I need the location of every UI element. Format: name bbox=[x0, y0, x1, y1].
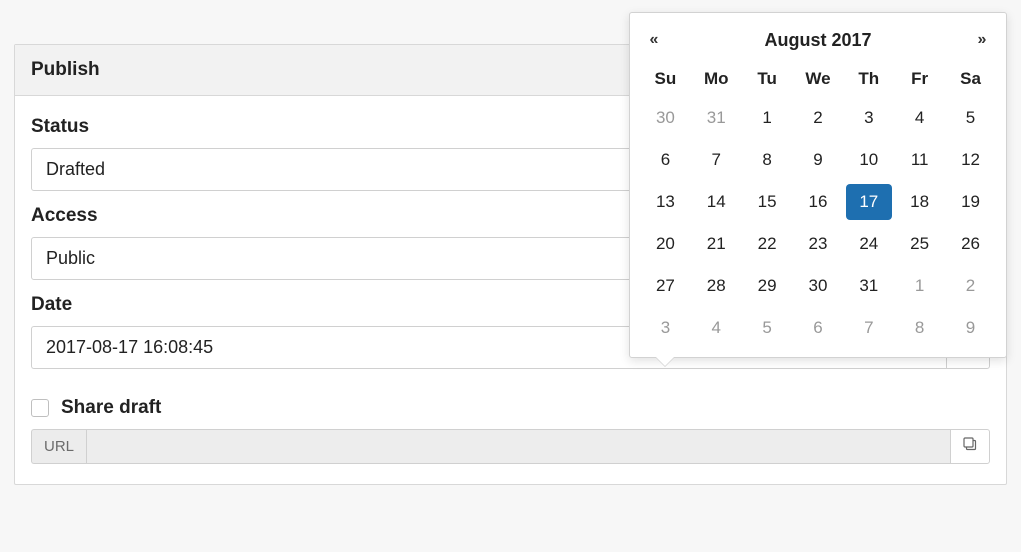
weekday-header: Th bbox=[843, 61, 894, 97]
weekday-header: Fr bbox=[894, 61, 945, 97]
day-cell[interactable]: 20 bbox=[642, 226, 688, 262]
share-draft-label: Share draft bbox=[61, 397, 161, 419]
copy-url-button[interactable] bbox=[950, 429, 990, 464]
datepicker-title[interactable]: August 2017 bbox=[668, 30, 968, 51]
datepicker-prev-button[interactable]: « bbox=[640, 31, 668, 49]
day-cell[interactable]: 6 bbox=[642, 142, 688, 178]
day-cell[interactable]: 9 bbox=[795, 142, 841, 178]
day-cell[interactable]: 15 bbox=[744, 184, 790, 220]
day-cell[interactable]: 18 bbox=[897, 184, 943, 220]
day-cell[interactable]: 31 bbox=[846, 268, 892, 304]
day-cell-other-month[interactable]: 8 bbox=[897, 310, 943, 346]
weekday-header: Mo bbox=[691, 61, 742, 97]
day-cell[interactable]: 4 bbox=[897, 100, 943, 136]
day-cell[interactable]: 12 bbox=[948, 142, 994, 178]
day-cell[interactable]: 27 bbox=[642, 268, 688, 304]
day-cell[interactable]: 7 bbox=[693, 142, 739, 178]
day-cell[interactable]: 3 bbox=[846, 100, 892, 136]
status-value: Drafted bbox=[46, 159, 105, 179]
day-cell-other-month[interactable]: 1 bbox=[897, 268, 943, 304]
day-cell[interactable]: 29 bbox=[744, 268, 790, 304]
day-cell[interactable]: 10 bbox=[846, 142, 892, 178]
day-cell-other-month[interactable]: 6 bbox=[795, 310, 841, 346]
day-cell[interactable]: 8 bbox=[744, 142, 790, 178]
day-cell-other-month[interactable]: 7 bbox=[846, 310, 892, 346]
weekday-header: Sa bbox=[945, 61, 996, 97]
day-cell[interactable]: 26 bbox=[948, 226, 994, 262]
share-draft-checkbox[interactable] bbox=[31, 399, 49, 417]
datepicker-next-button[interactable]: » bbox=[968, 31, 996, 49]
day-cell-other-month[interactable]: 30 bbox=[642, 100, 688, 136]
day-cell-other-month[interactable]: 4 bbox=[693, 310, 739, 346]
day-cell[interactable]: 28 bbox=[693, 268, 739, 304]
day-cell[interactable]: 5 bbox=[948, 100, 994, 136]
day-cell[interactable]: 11 bbox=[897, 142, 943, 178]
url-addon-label: URL bbox=[31, 429, 86, 464]
access-value: Public bbox=[46, 248, 95, 268]
share-url-input[interactable] bbox=[86, 429, 950, 464]
day-cell-other-month[interactable]: 5 bbox=[744, 310, 790, 346]
day-cell-other-month[interactable]: 31 bbox=[693, 100, 739, 136]
copy-icon bbox=[962, 436, 978, 457]
day-cell[interactable]: 24 bbox=[846, 226, 892, 262]
day-cell[interactable]: 1 bbox=[744, 100, 790, 136]
weekday-header: Su bbox=[640, 61, 691, 97]
day-cell[interactable]: 22 bbox=[744, 226, 790, 262]
day-cell[interactable]: 25 bbox=[897, 226, 943, 262]
day-cell[interactable]: 19 bbox=[948, 184, 994, 220]
day-cell[interactable]: 14 bbox=[693, 184, 739, 220]
day-cell[interactable]: 21 bbox=[693, 226, 739, 262]
day-cell[interactable]: 2 bbox=[795, 100, 841, 136]
day-cell[interactable]: 13 bbox=[642, 184, 688, 220]
day-cell[interactable]: 16 bbox=[795, 184, 841, 220]
day-cell-other-month[interactable]: 9 bbox=[948, 310, 994, 346]
weekday-header: We bbox=[793, 61, 844, 97]
day-cell-selected[interactable]: 17 bbox=[846, 184, 892, 220]
day-cell[interactable]: 30 bbox=[795, 268, 841, 304]
datepicker-popover: « August 2017 » SuMoTuWeThFrSa 303112345… bbox=[629, 12, 1007, 358]
day-cell-other-month[interactable]: 2 bbox=[948, 268, 994, 304]
datepicker-table: SuMoTuWeThFrSa 3031123456789101112131415… bbox=[640, 61, 996, 349]
day-cell-other-month[interactable]: 3 bbox=[642, 310, 688, 346]
weekday-header: Tu bbox=[742, 61, 793, 97]
day-cell[interactable]: 23 bbox=[795, 226, 841, 262]
